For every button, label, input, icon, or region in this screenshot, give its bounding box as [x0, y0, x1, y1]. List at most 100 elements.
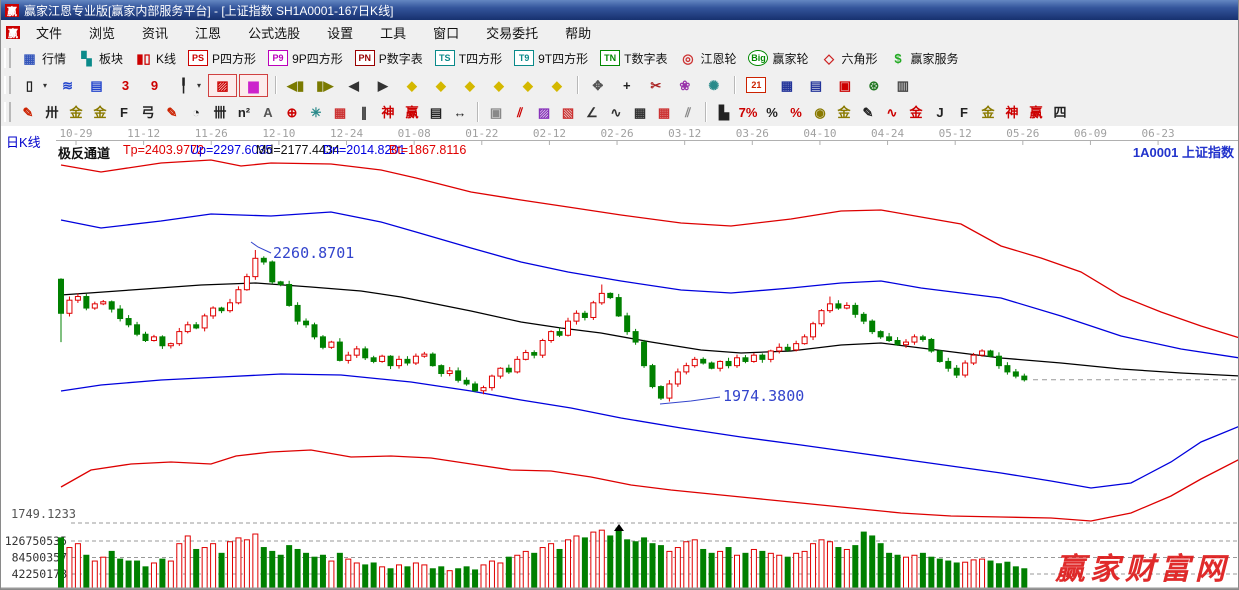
prev-bar-icon[interactable]: ◀	[340, 75, 367, 96]
info-panel-icon[interactable]: ▤	[83, 75, 110, 96]
grid-box-icon[interactable]: ▦	[329, 102, 351, 122]
bars9-icon[interactable]: 9	[141, 75, 168, 96]
pattern-box-icon[interactable]: ▨	[208, 73, 238, 97]
9t-square-button[interactable]: T9 9T四方形	[509, 48, 593, 69]
calculator-icon[interactable]: ▦	[773, 75, 800, 96]
bars3-icon[interactable]: 3	[112, 75, 139, 96]
clock-circle-icon[interactable]: ◔	[185, 102, 207, 122]
cut-icon[interactable]: ✂	[642, 75, 669, 96]
winner-service-button[interactable]: $ 赢家服务	[885, 48, 964, 69]
n2-icon[interactable]: n²	[233, 102, 255, 122]
s-grid-icon[interactable]: 弓	[137, 102, 159, 122]
toolbar-drag-handle[interactable]	[4, 75, 11, 95]
t-square-button[interactable]: TS T四方形	[430, 48, 507, 69]
web-tool-icon[interactable]: ✺	[700, 75, 727, 96]
gold-grid-icon[interactable]: 金	[65, 102, 87, 122]
t-number-button[interactable]: TN T数字表	[595, 48, 672, 69]
j-angle-icon[interactable]: J	[929, 102, 951, 122]
menu-窗口[interactable]: 窗口	[427, 21, 465, 44]
p-number-button[interactable]: PN P数字表	[350, 48, 428, 69]
f-angle-icon[interactable]: F	[953, 102, 975, 122]
crosshair-icon[interactable]: +	[613, 75, 640, 96]
menu-资讯[interactable]: 资讯	[136, 21, 174, 44]
last-bar-icon[interactable]: ▮▶	[311, 75, 338, 96]
chart-wave-icon[interactable]: ≋	[54, 75, 81, 96]
diamond-compress-h-icon[interactable]: ◆	[485, 75, 512, 96]
slant-lines-icon[interactable]: ⫽	[677, 102, 699, 122]
pencil-grid-icon[interactable]: ✎	[161, 102, 183, 122]
kline-chart-canvas[interactable]: 10-29 11-12 11-26 12-10 12-24 01-08 01-22 02-12…	[1, 126, 1239, 590]
ying-icon[interactable]: 赢	[401, 102, 423, 122]
menu-浏览[interactable]: 浏览	[83, 21, 121, 44]
ying-angle-icon[interactable]: 赢	[1025, 102, 1047, 122]
toolbar-drag-handle[interactable]	[4, 102, 11, 122]
gold-line-icon[interactable]: 金	[833, 102, 855, 122]
save-icon[interactable]: ▣	[831, 75, 858, 96]
candle-style-icon[interactable]: ╿ ▾	[170, 75, 206, 96]
grid-ticks-icon[interactable]: 卅	[41, 102, 63, 122]
gold-red-icon[interactable]: 金	[905, 102, 927, 122]
menu-设置[interactable]: 设置	[321, 21, 359, 44]
grid-red-icon[interactable]: ▦	[653, 102, 675, 122]
gold-grid2-icon[interactable]: 金	[89, 102, 111, 122]
calendar-icon[interactable]: 21	[741, 75, 771, 95]
percent-slash-icon[interactable]: 7%	[737, 102, 759, 122]
fan-lines-icon[interactable]: ⫽	[509, 102, 531, 122]
kline-button[interactable]: ▮▯ K线	[130, 48, 181, 69]
candle-type-icon[interactable]: ▯ ▾	[16, 75, 52, 96]
gold-circle-icon[interactable]: ◉	[809, 102, 831, 122]
wave-icon[interactable]: ∿	[605, 102, 627, 122]
sectors-button[interactable]: ▚ 板块	[73, 48, 128, 69]
box-lines-icon[interactable]: ▧	[557, 102, 579, 122]
menu-交易委托[interactable]: 交易委托	[480, 21, 544, 44]
percent-line-icon[interactable]: %	[785, 102, 807, 122]
si-angle-icon[interactable]: 四	[1049, 102, 1071, 122]
percent-icon[interactable]: %	[761, 102, 783, 122]
angle-line-icon[interactable]: ∠	[581, 102, 603, 122]
shen-angle-icon[interactable]: 神	[1001, 102, 1023, 122]
gann-wheel-button[interactable]: ◎ 江恩轮	[674, 48, 741, 69]
quotes-button[interactable]: ▦ 行情	[16, 48, 71, 69]
grid-dark-icon[interactable]: ▦	[629, 102, 651, 122]
diamond-right-icon[interactable]: ◆	[427, 75, 454, 96]
gann-flower-icon[interactable]: ❀	[671, 75, 698, 96]
chart-area[interactable]: 10-29 11-12 11-26 12-10 12-24 01-08 01-22 02-12…	[1, 126, 1239, 590]
a-wave-icon[interactable]: ∿	[881, 102, 903, 122]
menu-帮助[interactable]: 帮助	[559, 21, 597, 44]
diamond-compress-v-icon[interactable]: ◆	[543, 75, 570, 96]
p-square-button[interactable]: PS P四方形	[183, 48, 261, 69]
bars-scale-icon[interactable]: ▙	[713, 102, 735, 122]
diamond-expand-h-icon[interactable]: ◆	[456, 75, 483, 96]
diamond-left-icon[interactable]: ◆	[398, 75, 425, 96]
pause-lines-icon[interactable]: ∥	[353, 102, 375, 122]
hexagon-button[interactable]: ◇ 六角形	[816, 48, 883, 69]
angle-mirror-icon[interactable]: A	[257, 102, 279, 122]
circle-cross-icon[interactable]: ⊕	[281, 102, 303, 122]
fan-box-icon[interactable]: ▨	[533, 102, 555, 122]
menu-江恩[interactable]: 江恩	[189, 21, 227, 44]
report-icon[interactable]: ▤	[802, 75, 829, 96]
width-arrows-icon[interactable]: ↔	[449, 102, 471, 122]
ruler-123-icon[interactable]: ▤	[425, 102, 447, 122]
color-histogram-icon[interactable]: ▆	[239, 73, 269, 97]
candle-pencil-icon[interactable]: ✎	[857, 102, 879, 122]
square-tool-icon[interactable]: ▣	[485, 102, 507, 122]
diamond-expand-v-icon[interactable]: ◆	[514, 75, 541, 96]
print-icon[interactable]: ▥	[889, 75, 916, 96]
next-bar-icon[interactable]: ▶	[369, 75, 396, 96]
menu-工具[interactable]: 工具	[374, 21, 412, 44]
f-grid-icon[interactable]: F	[113, 102, 135, 122]
gold-angle-icon[interactable]: 金	[977, 102, 999, 122]
menu-文件[interactable]: 文件	[30, 21, 68, 44]
winner-wheel-button[interactable]: Big 赢家轮	[743, 48, 813, 69]
menu-公式选股[interactable]: 公式选股	[242, 21, 306, 44]
draw-pencil-icon[interactable]: ✎	[17, 102, 39, 122]
9p-square-button[interactable]: P9 9P四方形	[263, 48, 348, 69]
ticks-icon[interactable]: 卌	[209, 102, 231, 122]
first-bar-icon[interactable]: ◀▮	[282, 75, 309, 96]
shen-icon[interactable]: 神	[377, 102, 399, 122]
hand-tool-icon[interactable]: ✥	[584, 75, 611, 96]
toolbar-drag-handle[interactable]	[4, 48, 11, 68]
spider-web-icon[interactable]: ✳	[305, 102, 327, 122]
export-icon[interactable]: ⊛	[860, 75, 887, 96]
